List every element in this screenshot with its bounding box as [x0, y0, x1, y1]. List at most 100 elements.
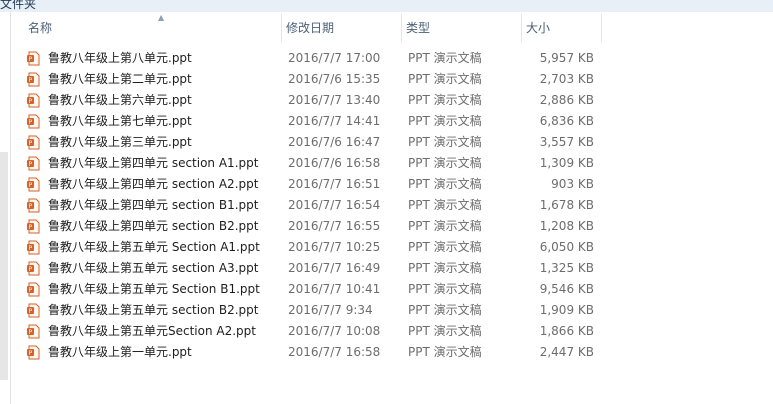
ppt-file-icon: P: [26, 219, 40, 234]
file-name: 鲁教八年级上第四单元 section B1.ppt: [48, 198, 259, 212]
navigation-pane[interactable]: [0, 12, 11, 404]
file-type: PPT 演示文稿: [408, 72, 482, 86]
window-title-bar: 文件夹: [0, 0, 773, 12]
file-date: 2016/7/7 16:49: [288, 261, 381, 275]
svg-text:P: P: [29, 98, 33, 105]
file-name: 鲁教八年级上第二单元.ppt: [48, 72, 192, 86]
file-date: 2016/7/7 14:41: [288, 114, 381, 128]
file-name: 鲁教八年级上第四单元 section A2.ppt: [48, 177, 259, 191]
column-header-date[interactable]: 修改日期: [282, 14, 402, 42]
svg-text:P: P: [29, 203, 33, 210]
svg-text:P: P: [29, 308, 33, 315]
file-row[interactable]: P 鲁教八年级上第五单元 Section B1.ppt 2016/7/7 10:41…: [22, 279, 622, 300]
file-name: 鲁教八年级上第五单元 section A3.ppt: [48, 261, 259, 275]
svg-text:P: P: [29, 182, 33, 189]
file-row[interactable]: P 鲁教八年级上第四单元 section A1.ppt 2016/7/6 16:58…: [22, 153, 622, 174]
file-date: 2016/7/6 16:58: [288, 156, 381, 170]
file-size: 2,447 KB: [539, 345, 594, 359]
file-size: 1,208 KB: [539, 219, 594, 233]
file-date: 2016/7/7 16:51: [288, 177, 381, 191]
file-size: 1,309 KB: [539, 156, 594, 170]
file-date: 2016/7/7 16:55: [288, 219, 381, 233]
file-size: 1,866 KB: [539, 324, 594, 338]
svg-text:P: P: [29, 77, 33, 84]
svg-text:P: P: [29, 287, 33, 294]
file-name: 鲁教八年级上第五单元 Section B1.ppt: [48, 282, 260, 296]
file-row[interactable]: P 鲁教八年级上第七单元.ppt 2016/7/7 14:41 PPT 演示文稿 6,8…: [22, 111, 622, 132]
file-size: 1,325 KB: [539, 261, 594, 275]
file-type: PPT 演示文稿: [408, 135, 482, 149]
svg-text:P: P: [29, 161, 33, 168]
file-type: PPT 演示文稿: [408, 324, 482, 338]
file-size: 1,678 KB: [539, 198, 594, 212]
ppt-file-icon: P: [26, 261, 40, 276]
svg-text:P: P: [29, 140, 33, 147]
svg-text:P: P: [29, 329, 33, 336]
file-type: PPT 演示文稿: [408, 51, 482, 65]
file-size: 2,886 KB: [539, 93, 594, 107]
column-header-size[interactable]: 大小: [522, 14, 602, 42]
svg-text:P: P: [29, 266, 33, 273]
file-row[interactable]: P 鲁教八年级上第四单元 section A2.ppt 2016/7/7 16:51…: [22, 174, 622, 195]
file-size: 3,557 KB: [539, 135, 594, 149]
file-row[interactable]: P 鲁教八年级上第五单元 section B2.ppt 2016/7/7 9:34 P…: [22, 300, 622, 321]
ppt-file-icon: P: [26, 303, 40, 318]
file-row[interactable]: P 鲁教八年级上第三单元.ppt 2016/7/6 16:47 PPT 演示文稿 3,5…: [22, 132, 622, 153]
ppt-file-icon: P: [26, 324, 40, 339]
file-size: 1,909 KB: [539, 303, 594, 317]
file-size: 903 KB: [551, 177, 594, 191]
ppt-file-icon: P: [26, 198, 40, 213]
ppt-file-icon: P: [26, 282, 40, 297]
ppt-file-icon: P: [26, 177, 40, 192]
file-name: 鲁教八年级上第一单元.ppt: [48, 345, 192, 359]
file-type: PPT 演示文稿: [408, 345, 482, 359]
file-type: PPT 演示文稿: [408, 261, 482, 275]
file-size: 2,703 KB: [539, 72, 594, 86]
ppt-file-icon: P: [26, 240, 40, 255]
file-date: 2016/7/7 10:25: [288, 240, 381, 254]
file-row[interactable]: P 鲁教八年级上第六单元.ppt 2016/7/7 13:40 PPT 演示文稿 2,8…: [22, 90, 622, 111]
file-row[interactable]: P 鲁教八年级上第五单元 Section A1.ppt 2016/7/7 10:25…: [22, 237, 622, 258]
file-type: PPT 演示文稿: [408, 114, 482, 128]
file-row[interactable]: P 鲁教八年级上第五单元 section A3.ppt 2016/7/7 16:49…: [22, 258, 622, 279]
ppt-file-icon: P: [26, 135, 40, 150]
window-title: 文件夹: [0, 0, 37, 11]
file-name: 鲁教八年级上第八单元.ppt: [48, 51, 192, 65]
file-name: 鲁教八年级上第七单元.ppt: [48, 114, 192, 128]
file-row[interactable]: P 鲁教八年级上第四单元 section B1.ppt 2016/7/7 16:54…: [22, 195, 622, 216]
file-row[interactable]: P 鲁教八年级上第二单元.ppt 2016/7/6 15:35 PPT 演示文稿 2,7…: [22, 69, 622, 90]
file-name: 鲁教八年级上第四单元 section B2.ppt: [48, 219, 259, 233]
navigation-scrollbar[interactable]: [0, 152, 8, 380]
file-name: 鲁教八年级上第四单元 section A1.ppt: [48, 156, 259, 170]
file-date: 2016/7/7 16:58: [288, 345, 381, 359]
file-date: 2016/7/7 13:40: [288, 93, 381, 107]
file-type: PPT 演示文稿: [408, 219, 482, 233]
file-name: 鲁教八年级上第五单元 section B2.ppt: [48, 303, 259, 317]
file-type: PPT 演示文稿: [408, 177, 482, 191]
file-date: 2016/7/7 9:34: [288, 303, 373, 317]
file-date: 2016/7/7 16:54: [288, 198, 381, 212]
file-date: 2016/7/7 17:00: [288, 51, 381, 65]
file-size: 5,957 KB: [539, 51, 594, 65]
column-header-name[interactable]: 名称: [24, 14, 282, 42]
svg-text:P: P: [29, 224, 33, 231]
file-date: 2016/7/7 10:41: [288, 282, 381, 296]
file-name: 鲁教八年级上第三单元.ppt: [48, 135, 192, 149]
ppt-file-icon: P: [26, 345, 40, 360]
file-size: 6,050 KB: [539, 240, 594, 254]
file-row[interactable]: P 鲁教八年级上第八单元.ppt 2016/7/7 17:00 PPT 演示文稿 5,9…: [22, 48, 622, 69]
file-size: 6,836 KB: [539, 114, 594, 128]
file-row[interactable]: P 鲁教八年级上第四单元 section B2.ppt 2016/7/7 16:55…: [22, 216, 622, 237]
file-row[interactable]: P 鲁教八年级上第五单元Section A2.ppt 2016/7/7 10:08 P…: [22, 321, 622, 342]
file-date: 2016/7/6 16:47: [288, 135, 381, 149]
file-type: PPT 演示文稿: [408, 240, 482, 254]
ppt-file-icon: P: [26, 114, 40, 129]
ppt-file-icon: P: [26, 156, 40, 171]
file-type: PPT 演示文稿: [408, 198, 482, 212]
ppt-file-icon: P: [26, 72, 40, 87]
file-name: 鲁教八年级上第五单元Section A2.ppt: [48, 324, 256, 338]
file-type: PPT 演示文稿: [408, 93, 482, 107]
column-header-type[interactable]: 类型: [402, 14, 522, 42]
file-row[interactable]: P 鲁教八年级上第一单元.ppt 2016/7/7 16:58 PPT 演示文稿 2,4…: [22, 342, 622, 363]
file-name: 鲁教八年级上第五单元 Section A1.ppt: [48, 240, 260, 254]
